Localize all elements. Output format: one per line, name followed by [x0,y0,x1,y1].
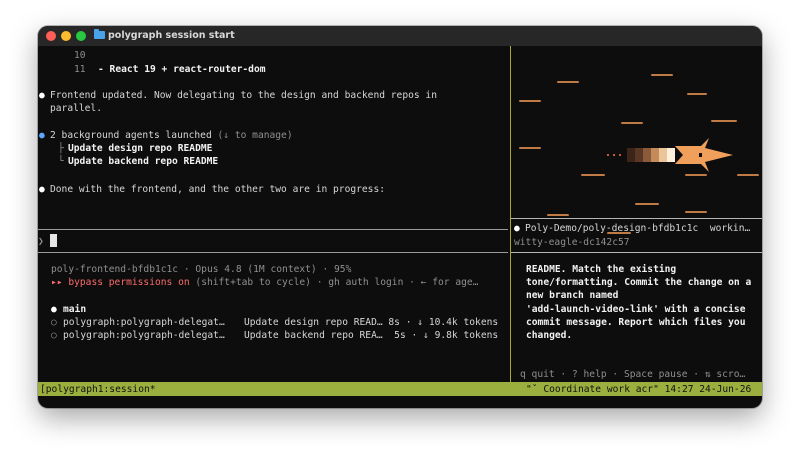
star-streak [621,122,643,124]
agent-prompt-text: changed. [526,330,573,341]
bullet-icon: ● [39,90,45,101]
assistant-message: Frontend updated. Now delegating to the … [50,90,437,101]
task-row-desc: Update design repo READ… 8s · ↓ 10.4k to… [244,317,499,328]
tree-branch-icon: └ [58,156,64,167]
zoom-window-button[interactable] [76,31,86,41]
model-info-line: poly-frontend-bfdb1c1c · Opus 4.8 (1M co… [51,264,352,275]
input-top-border [38,229,508,230]
assistant-message: Done with the frontend, and the other tw… [50,184,386,195]
star-streak [711,120,737,122]
star-streak [519,100,541,102]
task-row-desc: Update backend repo REA… 5s · ↓ 9.8k tok… [244,330,499,341]
rocket-icon [607,138,733,172]
star-streak [685,211,707,213]
task-row-name[interactable]: polygraph:polygraph-delegat… [63,329,225,342]
tree-branch-icon: ├ [58,143,64,154]
folder-icon [94,29,105,39]
agent-bullet-icon: ● [514,223,520,234]
tmux-status-bar: [polygraph1:session* "ˇ Coordinate work … [38,382,762,396]
code-line-number: 10 [74,50,86,61]
status-right-info: "ˇ Coordinate work acr" 14:27 24-Jun-26 [526,384,752,395]
minimize-window-button[interactable] [61,31,71,41]
agent-session-id: witty-eagle-dc142c57 [514,237,630,248]
code-line-text: - React 19 + react-router-dom [98,64,266,75]
agent-prompt-text: tone/formatting. Commit the change on a [526,277,752,288]
code-line-number: 11 [74,64,86,75]
rocket-animation-panel [511,46,762,238]
agents-bullet-icon: ● [39,130,45,141]
prompt-input-cursor[interactable] [50,234,57,247]
star-streak [687,93,707,95]
help-keys-line: q quit · ? help · Space pause · ⇅ scro… [520,369,746,380]
agent-prompt-text: README. Match the existing [526,264,677,275]
prompt-symbol: ❯ [38,236,44,247]
close-window-button[interactable] [46,31,56,41]
fast-forward-icon: ▸▸ [51,277,63,288]
title-bar: polygraph session start [38,26,762,46]
pending-circle-icon: ○ [51,330,57,341]
agent-item-design[interactable]: Update design repo README [68,142,212,155]
bypass-permissions-line[interactable]: ▸▸ bypass permissions on (shift+tab to c… [51,276,478,289]
agent-item-backend[interactable]: Update backend repo README [68,155,218,168]
agent-prompt-text: new branch named [526,290,619,301]
assistant-message-cont: parallel. [50,103,102,114]
star-streak [519,147,541,149]
main-bullet-icon: ● [51,304,57,315]
agents-launched-text: 2 background agents launched (↓ to manag… [50,130,293,141]
agent-prompt-text: 'add-launch-video-link' with a concise [526,304,746,315]
terminal-window: polygraph session start 10 11 - React 19… [38,26,762,408]
star-streak [635,203,659,205]
task-row-name[interactable]: polygraph:polygraph-delegat… [63,316,225,329]
right-pane-separator [511,252,762,253]
main-task-label[interactable]: main [63,303,86,316]
star-streak [557,81,579,83]
bullet-icon: ● [39,184,45,195]
star-streak [547,214,569,216]
window-title: polygraph session start [108,30,235,41]
input-bottom-border [38,252,508,253]
pending-circle-icon: ○ [51,317,57,328]
star-streak [651,74,673,76]
agent-session-header[interactable]: Poly-Demo/poly-design-bfdb1c1c workin… [525,222,750,235]
session-name[interactable]: [polygraph1:session* [40,383,156,396]
right-pane-separator [511,218,762,219]
agent-prompt-text: commit message. Report which files you [526,317,746,328]
